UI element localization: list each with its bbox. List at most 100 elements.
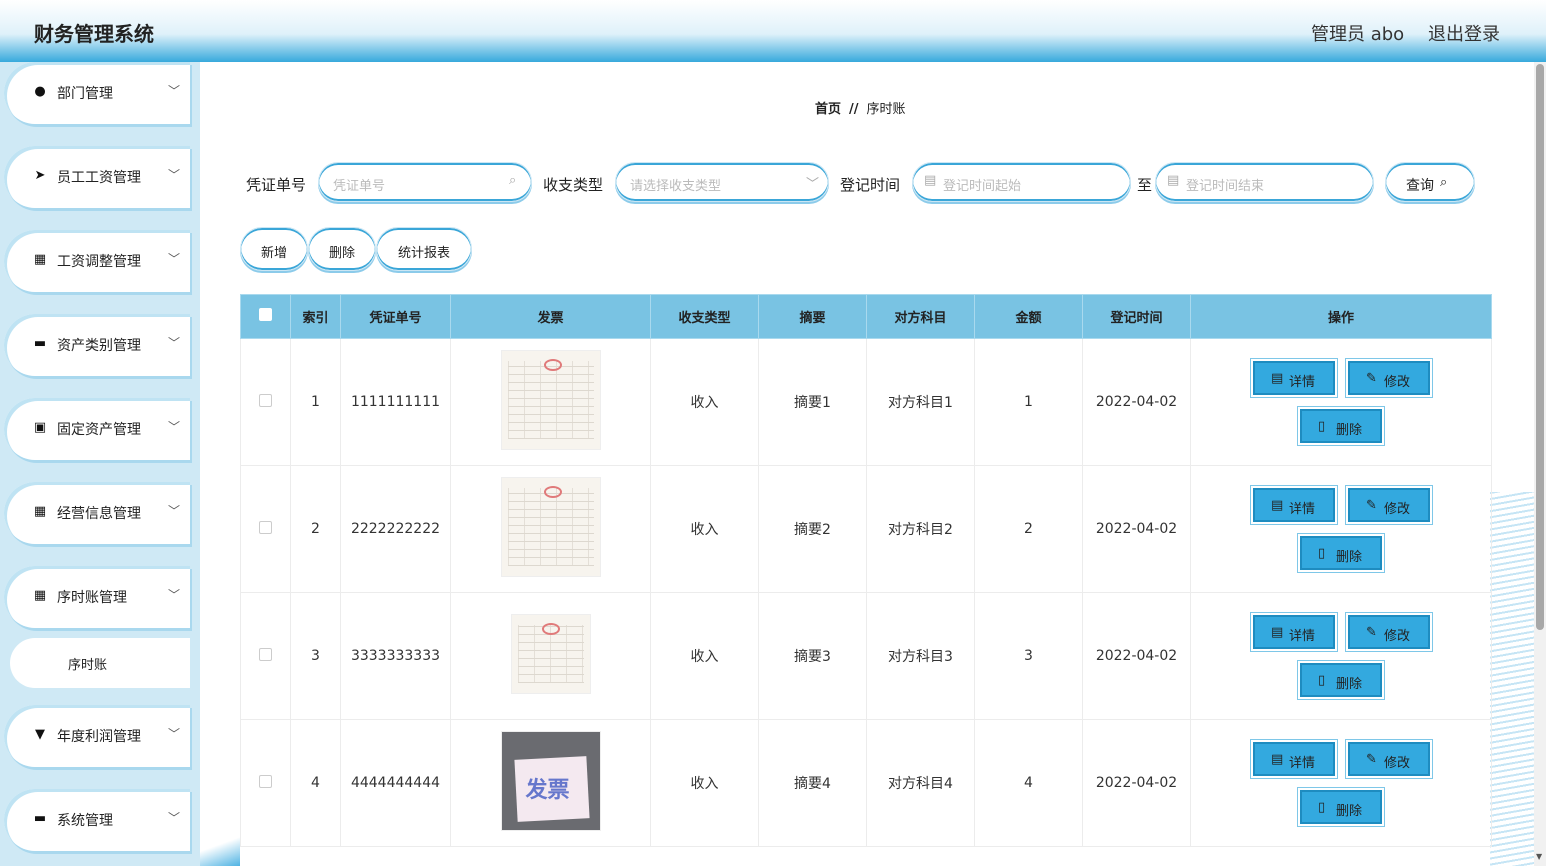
cell-amount: 2 [974, 465, 1083, 593]
time-end-placeholder: 登记时间结束 [1186, 179, 1265, 194]
column-header: 对方科目 [866, 294, 975, 339]
calendar-icon: ▤ [924, 173, 937, 188]
sidebar-item-label: 固定资产管理 [57, 422, 141, 438]
sidebar-item-annual-profit[interactable]: ▼ 年度利润管理 ﹀ [4, 705, 190, 767]
detail-button[interactable]: ▤ 详情 [1253, 742, 1335, 776]
invoice-image[interactable] [500, 477, 601, 577]
sidebar-item-system[interactable]: ▬ 系统管理 ﹀ [4, 789, 190, 851]
sidebar-item-department[interactable]: ● 部门管理 ﹀ [4, 62, 190, 124]
delete-button[interactable]: ▯ 删除 [1300, 790, 1382, 824]
app-title: 财务管理系统 [34, 22, 154, 46]
invoice-photo-text: 发票 [525, 777, 570, 803]
invoice-image[interactable] [510, 614, 591, 694]
cell-account: 对方科目1 [866, 338, 975, 466]
chevron-down-icon: ﹀ [806, 177, 820, 192]
sidebar-item-label: 员工工资管理 [57, 170, 141, 186]
range-separator: 至 [1137, 176, 1153, 194]
cell-summary: 摘要1 [758, 338, 867, 466]
cell-summary: 摘要3 [758, 592, 867, 720]
cell-account: 对方科目4 [866, 719, 975, 847]
cell-amount: 4 [974, 719, 1083, 847]
column-header: 发票 [450, 294, 651, 339]
sidebar-subitem-journal[interactable]: 序时账 [10, 638, 190, 688]
breadcrumb-home[interactable]: 首页 [815, 102, 841, 117]
cell-index: 4 [290, 719, 341, 847]
sidebar-item-business-info[interactable]: ▦ 经营信息管理 ﹀ [4, 482, 190, 544]
sidebar-item-label: 部门管理 [57, 86, 113, 102]
column-header: 金额 [974, 294, 1083, 339]
scroll-down-icon[interactable]: ▼ [1536, 852, 1542, 861]
delete-label: 删除 [328, 246, 355, 261]
chevron-down-icon: ﹀ [168, 811, 181, 825]
lightbulb-icon: ● [34, 84, 46, 99]
cell-index: 3 [290, 592, 341, 720]
cell-date: 2022-04-02 [1082, 465, 1191, 593]
cell-type: 收入 [650, 338, 759, 466]
edit-button[interactable]: ✎ 修改 [1348, 742, 1430, 776]
scrollbar-thumb[interactable] [1536, 64, 1544, 630]
query-button[interactable]: 查询 ⌕ [1385, 162, 1475, 202]
row-checkbox[interactable] [259, 520, 272, 534]
delete-button[interactable]: ▯ 删除 [1300, 536, 1382, 570]
type-label: 收支类型 [543, 176, 604, 194]
sidebar-item-salary[interactable]: ➤ 员工工资管理 ﹀ [4, 146, 190, 208]
delete-button[interactable]: ▯ 删除 [1300, 409, 1382, 443]
trash-icon: ▯ [1318, 673, 1326, 688]
grid-icon: ▦ [33, 252, 47, 267]
table-row: 1 1111111111 收入 摘要1 对方科目1 1 2022-04-02 ▤… [240, 338, 1492, 466]
trophy-icon: ▼ [35, 727, 45, 742]
chevron-down-icon: ﹀ [168, 336, 181, 350]
detail-button[interactable]: ▤ 详情 [1253, 361, 1335, 395]
select-all-checkbox[interactable] [259, 308, 272, 321]
invoice-image[interactable] [500, 350, 601, 450]
search-icon: ⌕ [509, 173, 517, 188]
column-header: 摘要 [758, 294, 867, 339]
edit-button[interactable]: ✎ 修改 [1348, 615, 1430, 649]
cell-voucher: 3333333333 [340, 592, 451, 720]
batch-delete-button[interactable]: 删除 [308, 227, 376, 271]
table-row: 2 2222222222 收入 摘要2 对方科目2 2 2022-04-02 ▤… [240, 465, 1492, 593]
row-checkbox[interactable] [259, 393, 272, 407]
time-start-input[interactable]: ▤ 登记时间起始 [912, 162, 1131, 202]
main-content: 首页//序时账 凭证单号 凭证单号 ⌕ 收支类型 请选择收支类型 ﹀ 登记时间 … [200, 62, 1534, 866]
cell-date: 2022-04-02 [1082, 338, 1191, 466]
cell-date: 2022-04-02 [1082, 592, 1191, 720]
detail-button[interactable]: ▤ 详情 [1253, 615, 1335, 649]
search-icon: ⌕ [1440, 175, 1448, 190]
cell-summary: 摘要4 [758, 719, 867, 847]
breadcrumb: 首页 // 序时账 [815, 98, 906, 117]
logout-link[interactable]: 退出登录 [1428, 20, 1500, 46]
table-row: 3 3333333333 收入 摘要3 对方科目3 3 2022-04-02 ▤… [240, 592, 1492, 720]
query-label: 查询 [1406, 178, 1434, 194]
cell-date: 2022-04-02 [1082, 719, 1191, 847]
current-user: 管理员 abo [1311, 24, 1405, 45]
cell-account: 对方科目2 [866, 465, 975, 593]
edit-button[interactable]: ✎ 修改 [1348, 488, 1430, 522]
edit-button[interactable]: ✎ 修改 [1348, 361, 1430, 395]
grid-icon: ▦ [33, 588, 47, 603]
add-button[interactable]: 新增 [240, 227, 308, 271]
trash-icon: ▯ [1318, 800, 1326, 815]
column-header: 凭证单号 [340, 294, 451, 339]
sidebar-item-asset-category[interactable]: ▬ 资产类别管理 ﹀ [4, 314, 190, 376]
voucher-input[interactable]: 凭证单号 ⌕ [318, 162, 532, 202]
table-header-row: 索引 凭证单号 发票 收支类型 摘要 对方科目 金额 登记时间 操作 [240, 294, 1492, 339]
time-end-input[interactable]: ▤ 登记时间结束 [1155, 162, 1374, 202]
type-select[interactable]: 请选择收支类型 ﹀ [615, 162, 829, 202]
invoice-photo[interactable]: 发票 [500, 731, 601, 831]
report-button[interactable]: 统计报表 [376, 227, 472, 271]
sidebar-item-label: 经营信息管理 [57, 506, 141, 522]
time-label: 登记时间 [840, 176, 901, 194]
delete-button[interactable]: ▯ 删除 [1300, 663, 1382, 697]
page-scrollbar[interactable]: ▼ [1534, 62, 1546, 866]
chevron-down-icon: ﹀ [168, 727, 181, 741]
cell-index: 1 [290, 338, 341, 466]
row-checkbox[interactable] [259, 647, 272, 661]
cell-type: 收入 [650, 465, 759, 593]
sidebar-item-journal[interactable]: ▦ 序时账管理 ﹀ [4, 566, 190, 628]
sidebar-item-fixed-asset[interactable]: ▣ 固定资产管理 ﹀ [4, 398, 190, 460]
detail-button[interactable]: ▤ 详情 [1253, 488, 1335, 522]
sidebar-item-salary-adjust[interactable]: ▦ 工资调整管理 ﹀ [4, 230, 190, 292]
row-checkbox[interactable] [259, 774, 272, 788]
edit-label: 修改 [1384, 756, 1411, 771]
